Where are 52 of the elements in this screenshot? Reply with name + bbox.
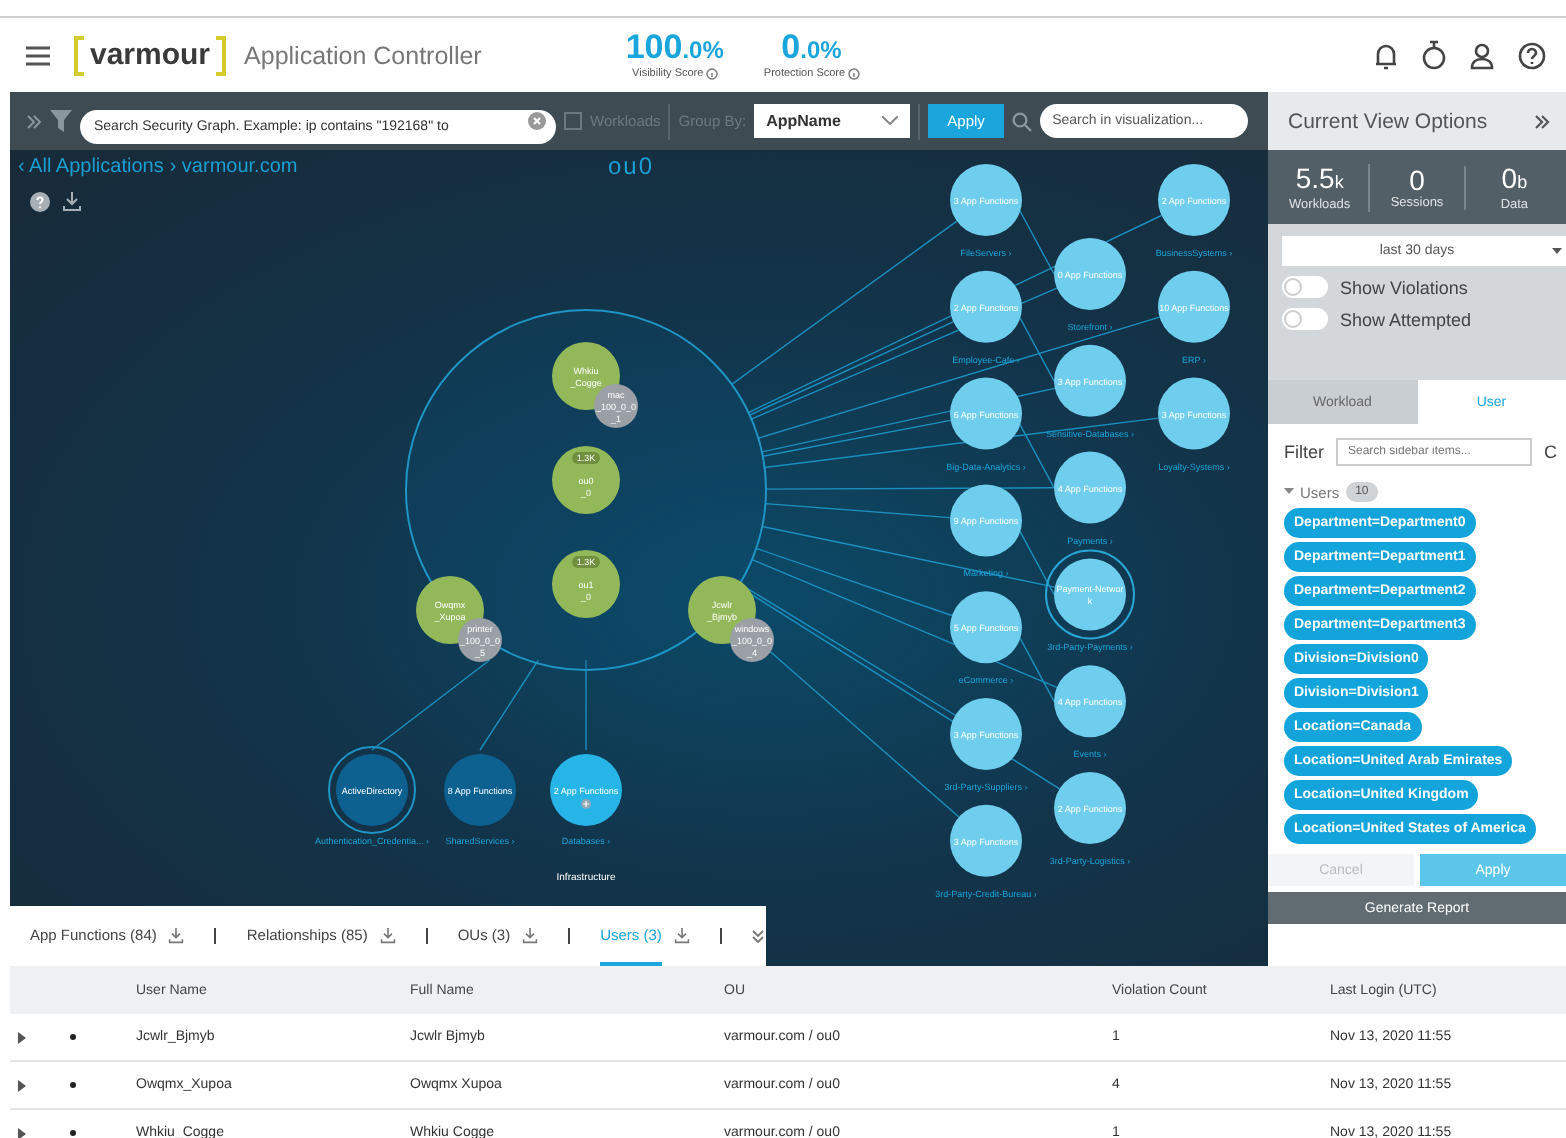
download-icon[interactable] — [379, 928, 396, 944]
collapse-icon[interactable] — [751, 929, 764, 943]
toggle-switch[interactable] — [1282, 276, 1328, 298]
logo-text: varmour — [90, 38, 211, 72]
stat-value: 0b — [1499, 163, 1530, 197]
score-value: 100.0% — [625, 30, 724, 68]
stat-value: 0 — [1407, 165, 1427, 195]
collapse-icon[interactable] — [1534, 113, 1550, 129]
expand-icon[interactable] — [26, 113, 42, 129]
user-icon[interactable] — [1470, 41, 1494, 69]
help-icon[interactable] — [1518, 41, 1546, 69]
app-title: Application Controller — [244, 41, 482, 69]
caret-icon[interactable] — [1284, 488, 1294, 496]
expand-icon[interactable] — [18, 1031, 26, 1043]
bracket-icon — [74, 35, 86, 75]
node-ring — [1045, 549, 1135, 640]
caret-icon — [1552, 248, 1562, 254]
bullet-icon — [70, 1034, 76, 1040]
menu-icon[interactable] — [26, 45, 50, 65]
info-icon[interactable] — [705, 68, 718, 80]
toggle-label: Show Violations — [1340, 277, 1468, 297]
filter-label: Filter — [1284, 442, 1324, 462]
breadcrumb-link[interactable]: › varmour.com — [169, 156, 298, 178]
info-icon[interactable] — [847, 68, 860, 80]
toggle-label: Show Attempted — [1340, 309, 1472, 329]
score-value: 0.0% — [781, 30, 842, 68]
bracket-icon — [214, 35, 227, 75]
checkbox[interactable] — [564, 112, 582, 130]
group-by-dropdown[interactable]: AppName — [754, 104, 911, 138]
panel-title: Current View Options — [1288, 109, 1488, 133]
expand-icon[interactable] — [18, 1127, 26, 1138]
help-icon[interactable] — [30, 192, 50, 212]
graph-title: ou0 — [608, 152, 655, 180]
download-icon[interactable] — [673, 928, 690, 944]
bullet-icon — [70, 1130, 76, 1136]
download-icon[interactable] — [62, 192, 82, 212]
filter-icon[interactable] — [50, 110, 72, 132]
filter-option[interactable]: C — [1544, 442, 1557, 462]
stopwatch-icon[interactable] — [1422, 40, 1446, 70]
bullet-icon — [70, 1082, 76, 1088]
connector-line — [585, 659, 587, 751]
expand-icon[interactable] — [18, 1079, 26, 1091]
download-icon[interactable] — [522, 928, 539, 944]
toggle-switch[interactable] — [1282, 308, 1328, 330]
download-icon[interactable] — [168, 928, 185, 944]
clear-icon[interactable] — [528, 112, 546, 130]
bell-icon[interactable] — [1374, 41, 1398, 69]
caret-icon — [882, 116, 899, 126]
search-icon[interactable] — [1012, 111, 1033, 131]
node-ring — [328, 746, 416, 834]
breadcrumb-link[interactable]: ‹ All Applications — [18, 156, 164, 178]
stat-value: 5.5k — [1293, 163, 1346, 197]
